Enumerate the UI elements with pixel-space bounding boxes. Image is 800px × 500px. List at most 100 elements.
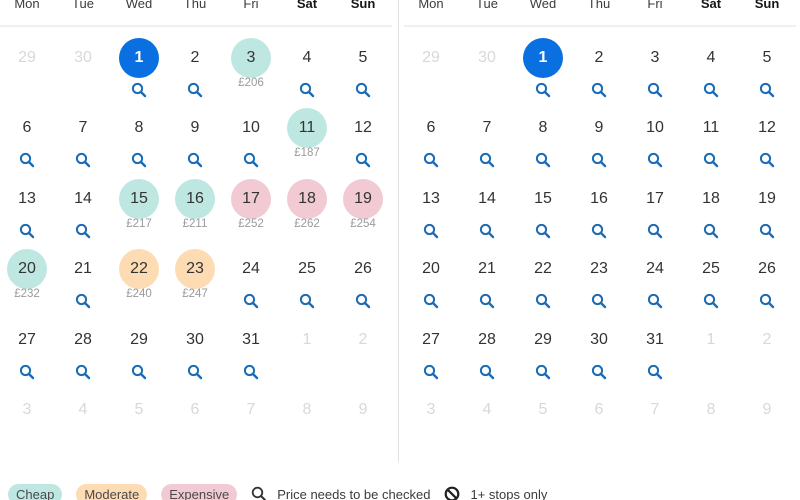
day-number[interactable]: 21: [467, 249, 507, 289]
day-number[interactable]: 26: [343, 249, 383, 289]
search-icon[interactable]: [703, 82, 719, 98]
day-cell[interactable]: 24: [223, 249, 279, 319]
day-cell[interactable]: 22: [515, 249, 571, 319]
day-cell[interactable]: 25: [279, 249, 335, 319]
search-icon[interactable]: [75, 293, 91, 309]
day-number[interactable]: 19: [747, 179, 787, 219]
day-number[interactable]: 12: [747, 108, 787, 148]
day-cell[interactable]: 16: [571, 179, 627, 249]
search-icon[interactable]: [759, 223, 775, 239]
day-number[interactable]: 22: [119, 249, 159, 290]
search-icon[interactable]: [243, 152, 259, 168]
day-cell[interactable]: 23 £247: [167, 249, 223, 319]
day-cell[interactable]: 28: [55, 320, 111, 390]
day-cell[interactable]: 1: [111, 38, 167, 108]
day-number[interactable]: 22: [523, 249, 563, 289]
search-icon[interactable]: [647, 364, 663, 380]
day-number[interactable]: 10: [231, 108, 271, 148]
day-cell[interactable]: 16 £211: [167, 178, 223, 249]
day-number[interactable]: 23: [579, 249, 619, 289]
day-number[interactable]: 2: [579, 38, 619, 78]
day-cell[interactable]: 4: [683, 38, 739, 108]
day-cell[interactable]: 17 £252: [223, 178, 279, 249]
day-number[interactable]: 4: [691, 38, 731, 78]
search-icon[interactable]: [535, 293, 551, 309]
day-cell[interactable]: 15 £217: [111, 178, 167, 249]
day-number[interactable]: 15: [119, 178, 159, 219]
day-cell[interactable]: 20: [403, 249, 459, 319]
search-icon[interactable]: [19, 223, 35, 239]
day-number[interactable]: 18: [691, 179, 731, 219]
search-icon[interactable]: [187, 82, 203, 98]
day-number[interactable]: 1: [523, 38, 563, 78]
day-cell[interactable]: 5: [335, 38, 391, 108]
search-icon[interactable]: [535, 82, 551, 98]
search-icon[interactable]: [647, 82, 663, 98]
search-icon[interactable]: [75, 223, 91, 239]
search-icon[interactable]: [479, 293, 495, 309]
day-number[interactable]: 19: [343, 178, 383, 219]
day-number[interactable]: 30: [175, 320, 215, 360]
day-number[interactable]: 6: [7, 108, 47, 148]
day-number[interactable]: 9: [579, 108, 619, 148]
day-cell[interactable]: 17: [627, 179, 683, 249]
day-cell[interactable]: 15: [515, 179, 571, 249]
day-number[interactable]: 17: [635, 179, 675, 219]
day-cell[interactable]: 12: [335, 108, 391, 178]
day-number[interactable]: 25: [691, 249, 731, 289]
day-number[interactable]: 7: [63, 108, 103, 148]
day-cell[interactable]: 7: [459, 108, 515, 178]
search-icon[interactable]: [759, 152, 775, 168]
search-icon[interactable]: [703, 223, 719, 239]
day-cell[interactable]: 8: [515, 108, 571, 178]
day-cell[interactable]: 9: [571, 108, 627, 178]
day-number[interactable]: 16: [579, 179, 619, 219]
search-icon[interactable]: [759, 293, 775, 309]
search-icon[interactable]: [243, 293, 259, 309]
day-cell[interactable]: 7: [55, 108, 111, 178]
day-cell[interactable]: 4: [279, 38, 335, 108]
day-number[interactable]: 13: [411, 179, 451, 219]
day-number[interactable]: 27: [411, 320, 451, 360]
day-number[interactable]: 13: [7, 179, 47, 219]
search-icon[interactable]: [187, 364, 203, 380]
day-number[interactable]: 28: [63, 320, 103, 360]
search-icon[interactable]: [591, 293, 607, 309]
day-number[interactable]: 29: [523, 320, 563, 360]
search-icon[interactable]: [479, 152, 495, 168]
day-cell[interactable]: 31: [627, 320, 683, 390]
day-cell[interactable]: 10: [627, 108, 683, 178]
day-cell[interactable]: 3 £206: [223, 38, 279, 108]
day-cell[interactable]: 11 £187: [279, 108, 335, 178]
search-icon[interactable]: [243, 364, 259, 380]
search-icon[interactable]: [423, 223, 439, 239]
search-icon[interactable]: [479, 364, 495, 380]
day-cell[interactable]: 22 £240: [111, 249, 167, 319]
search-icon[interactable]: [703, 152, 719, 168]
search-icon[interactable]: [759, 82, 775, 98]
day-number[interactable]: 12: [343, 108, 383, 148]
day-cell[interactable]: 2: [571, 38, 627, 108]
day-cell[interactable]: 30: [571, 320, 627, 390]
day-cell[interactable]: 19 £254: [335, 178, 391, 249]
day-cell[interactable]: 6: [403, 108, 459, 178]
day-number[interactable]: 3: [635, 38, 675, 78]
search-icon[interactable]: [19, 364, 35, 380]
day-cell[interactable]: 21: [459, 249, 515, 319]
search-icon[interactable]: [591, 82, 607, 98]
day-number[interactable]: 28: [467, 320, 507, 360]
day-number[interactable]: 10: [635, 108, 675, 148]
day-number[interactable]: 27: [7, 320, 47, 360]
day-number[interactable]: 25: [287, 249, 327, 289]
day-cell[interactable]: 12: [739, 108, 795, 178]
day-number[interactable]: 7: [467, 108, 507, 148]
search-icon[interactable]: [299, 293, 315, 309]
day-cell[interactable]: 11: [683, 108, 739, 178]
day-number[interactable]: 8: [119, 108, 159, 148]
search-icon[interactable]: [423, 364, 439, 380]
search-icon[interactable]: [535, 223, 551, 239]
search-icon[interactable]: [19, 152, 35, 168]
search-icon[interactable]: [591, 364, 607, 380]
day-cell[interactable]: 24: [627, 249, 683, 319]
day-number[interactable]: 11: [287, 108, 327, 149]
